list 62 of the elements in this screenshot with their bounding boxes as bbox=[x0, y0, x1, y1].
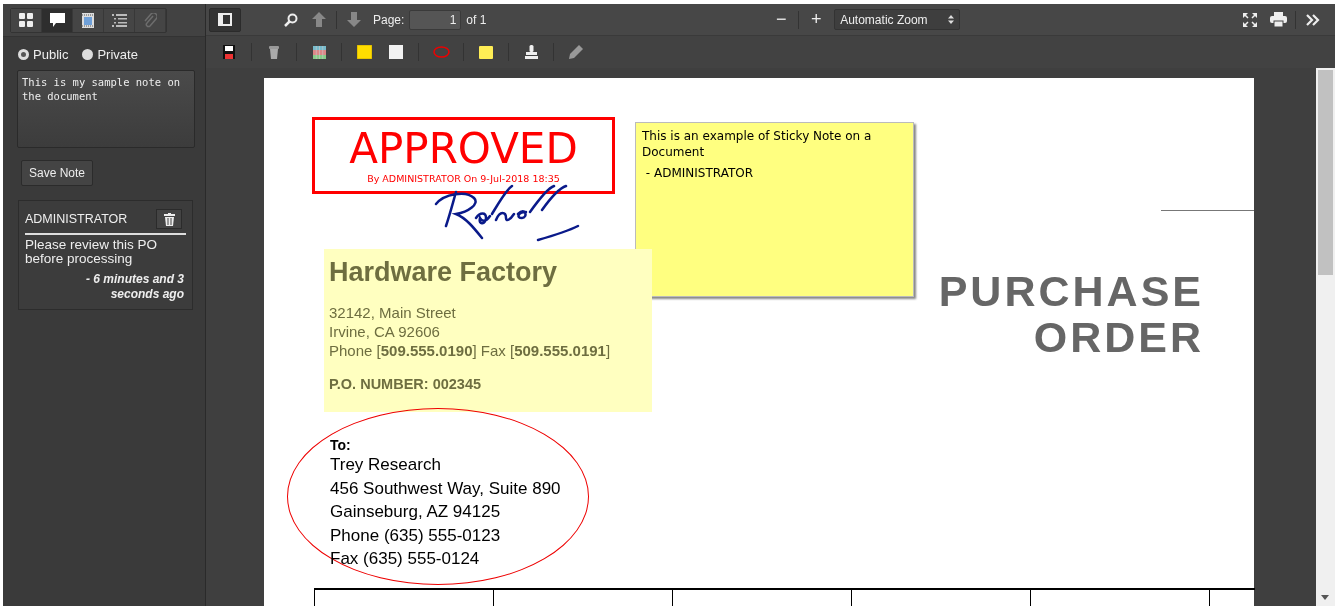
zoom-dropdown[interactable]: Automatic Zoom bbox=[834, 9, 961, 30]
stamp-title: APPROVED bbox=[348, 125, 579, 173]
radio-button[interactable] bbox=[18, 49, 29, 60]
radio-label: Public bbox=[33, 47, 69, 62]
company-name: Hardware Factory bbox=[329, 257, 559, 288]
visibility-radio[interactable]: Private bbox=[82, 47, 138, 62]
color-grid-icon bbox=[312, 45, 326, 59]
recipient-heading: To: bbox=[330, 437, 352, 453]
up-arrow-icon bbox=[312, 12, 326, 27]
print-icon bbox=[1269, 12, 1287, 27]
sticky-note-text: - ADMINISTRATOR bbox=[644, 165, 755, 182]
page-count: of 1 bbox=[466, 12, 487, 27]
recipient-line: Gainseburg, AZ 94125 bbox=[330, 501, 502, 523]
document-title: ORDER bbox=[1032, 314, 1204, 360]
recipient-line: Fax (635) 555-0124 bbox=[330, 548, 481, 570]
comment-text: Please review this PO before processing bbox=[25, 238, 159, 267]
stamp-icon bbox=[524, 45, 538, 59]
document-title: PURCHASE bbox=[938, 268, 1204, 314]
zoom-out-button[interactable]: − bbox=[767, 7, 796, 32]
search-icon bbox=[284, 12, 298, 27]
recipient-line: Trey Research bbox=[330, 454, 442, 476]
comment-time: - 6 minutes and 3 seconds ago bbox=[84, 272, 184, 302]
scrollbar-thumb[interactable] bbox=[1318, 70, 1333, 275]
list-icon bbox=[111, 13, 127, 27]
sticky-note-icon bbox=[479, 45, 493, 59]
comment-icon bbox=[49, 13, 65, 27]
address-line: Irvine, CA 92606 bbox=[329, 322, 441, 341]
address-line: 32142, Main Street bbox=[329, 303, 457, 322]
comment-author: ADMINISTRATOR bbox=[25, 212, 128, 226]
po-number: P.O. NUMBER: 002345 bbox=[329, 376, 483, 392]
zoom-in-button[interactable]: + bbox=[802, 7, 831, 32]
pencil-icon bbox=[569, 45, 583, 59]
save-note-button[interactable]: Save Note bbox=[21, 160, 94, 186]
down-arrow-icon bbox=[347, 12, 361, 27]
page-label: Page: bbox=[373, 12, 405, 27]
radio-button[interactable] bbox=[82, 49, 94, 60]
document-icon bbox=[82, 12, 94, 28]
note-field[interactable]: This is my sample note on the document bbox=[17, 70, 195, 148]
square-icon bbox=[389, 45, 403, 59]
phone-fax-line: Phone [509.555.0190] Fax [509.555.0191] bbox=[329, 341, 612, 360]
sidebar-icon bbox=[218, 13, 232, 26]
recipient-line: Phone (635) 555-0123 bbox=[330, 524, 502, 547]
ellipse-icon bbox=[432, 46, 450, 58]
stamp-caption: By ADMINISTRATOR On 9-Jul-2018 18:35 bbox=[366, 173, 561, 184]
sidebar-tab[interactable] bbox=[42, 8, 73, 32]
scrollbar[interactable] bbox=[1316, 68, 1335, 606]
paperclip-icon bbox=[143, 12, 157, 28]
sidebar-tab[interactable] bbox=[11, 8, 42, 32]
visibility-radio[interactable]: Public bbox=[18, 47, 69, 62]
sidebar-toggle-button[interactable] bbox=[209, 7, 241, 32]
grid-icon bbox=[19, 13, 33, 27]
double-chevron-icon bbox=[1306, 13, 1320, 26]
page-number-field[interactable]: 1 bbox=[409, 9, 462, 30]
fullscreen-icon bbox=[1243, 12, 1257, 27]
trash-icon bbox=[269, 45, 279, 59]
recipient-line: 456 Southwest Way, Suite 890 bbox=[330, 477, 561, 500]
dropdown-arrows-icon bbox=[948, 15, 955, 24]
radio-label: Private bbox=[97, 47, 138, 62]
delete-button[interactable] bbox=[156, 209, 182, 229]
sticky-note-text: This is an example of Sticky Note on a Document bbox=[642, 128, 873, 161]
scroll-down-icon[interactable] bbox=[1321, 595, 1329, 600]
trash-icon bbox=[163, 212, 175, 226]
